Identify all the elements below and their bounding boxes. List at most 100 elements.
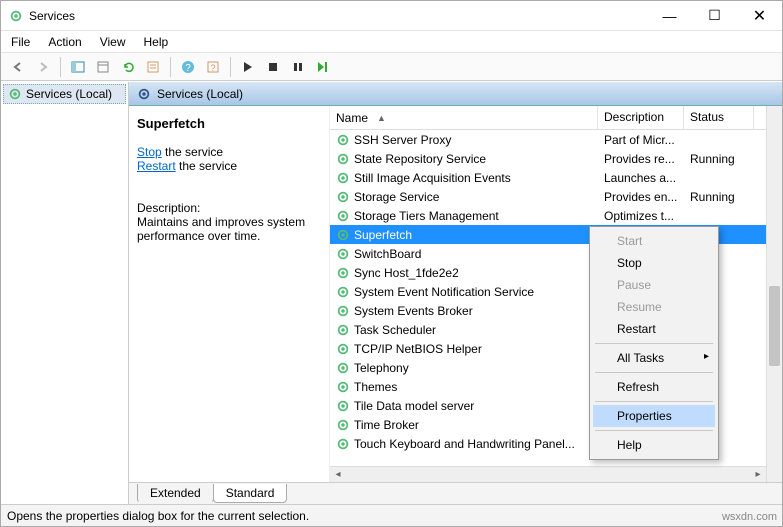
table-row[interactable]: Still Image Acquisition Events Launches a… bbox=[330, 168, 782, 187]
cell-name: Themes bbox=[354, 380, 397, 394]
gear-icon bbox=[336, 228, 350, 242]
cell-description: Optimizes t... bbox=[598, 209, 684, 223]
gear-icon bbox=[336, 437, 350, 451]
cell-status: Running bbox=[684, 190, 754, 204]
restart-service-button[interactable] bbox=[312, 56, 334, 78]
console-tree: Services (Local) bbox=[1, 82, 129, 504]
restart-suffix: the service bbox=[176, 159, 237, 173]
column-name[interactable]: Name ▲ bbox=[330, 106, 598, 129]
table-row[interactable]: Storage Tiers Management Optimizes t... bbox=[330, 206, 782, 225]
menu-action[interactable]: Action bbox=[48, 35, 81, 49]
back-button[interactable] bbox=[7, 56, 29, 78]
stop-service-button[interactable] bbox=[262, 56, 284, 78]
gear-icon bbox=[336, 304, 350, 318]
cell-description: Launches a... bbox=[598, 171, 684, 185]
scroll-left-icon[interactable]: ◂ bbox=[330, 467, 346, 483]
context-restart[interactable]: Restart bbox=[593, 318, 715, 340]
cell-name: Telephony bbox=[354, 361, 409, 375]
tree-services-local[interactable]: Services (Local) bbox=[3, 84, 126, 104]
context-separator bbox=[595, 372, 713, 373]
watermark: wsxdn.com bbox=[722, 511, 777, 523]
scroll-thumb[interactable] bbox=[769, 286, 780, 366]
column-status[interactable]: Status bbox=[684, 106, 754, 129]
context-pause: Pause bbox=[593, 274, 715, 296]
cell-name: Task Scheduler bbox=[354, 323, 436, 337]
cell-description: Part of Micr... bbox=[598, 133, 684, 147]
context-resume: Resume bbox=[593, 296, 715, 318]
context-help[interactable]: Help bbox=[593, 434, 715, 456]
pause-service-button[interactable] bbox=[287, 56, 309, 78]
gear-icon bbox=[336, 152, 350, 166]
titlebar: Services — ☐ ✕ bbox=[1, 1, 782, 31]
context-all-tasks[interactable]: All Tasks bbox=[593, 347, 715, 369]
column-description[interactable]: Description bbox=[598, 106, 684, 129]
column-name-label: Name bbox=[336, 111, 368, 125]
minimize-button[interactable]: — bbox=[647, 1, 692, 30]
help-button[interactable]: ? bbox=[177, 56, 199, 78]
panel-title: Services (Local) bbox=[157, 87, 243, 101]
table-row[interactable]: Storage ServiceProvides en...Running bbox=[330, 187, 782, 206]
properties-button[interactable] bbox=[142, 56, 164, 78]
cell-status: Running bbox=[684, 152, 754, 166]
gear-icon bbox=[336, 361, 350, 375]
tree-item-label: Services (Local) bbox=[26, 87, 112, 101]
cell-description: Provides re... bbox=[598, 152, 684, 166]
help2-button[interactable]: ? bbox=[202, 56, 224, 78]
view-tabs: Extended Standard bbox=[129, 482, 782, 504]
menu-file[interactable]: File bbox=[11, 35, 30, 49]
status-text: Opens the properties dialog box for the … bbox=[7, 509, 309, 523]
cell-name: TCP/IP NetBIOS Helper bbox=[354, 342, 482, 356]
context-stop[interactable]: Stop bbox=[593, 252, 715, 274]
gear-icon bbox=[336, 380, 350, 394]
table-row[interactable]: State Repository ServiceProvides re...Ru… bbox=[330, 149, 782, 168]
services-icon bbox=[9, 9, 23, 23]
gear-icon bbox=[336, 285, 350, 299]
window-title: Services bbox=[29, 9, 75, 23]
description-text: Maintains and improves system performanc… bbox=[137, 215, 319, 243]
cell-name: Touch Keyboard and Handwriting Panel... bbox=[354, 437, 575, 451]
gear-icon bbox=[336, 323, 350, 337]
tab-extended[interactable]: Extended bbox=[137, 484, 214, 503]
table-row[interactable]: SSH Server ProxyPart of Micr... bbox=[330, 130, 782, 149]
show-hide-tree-button[interactable] bbox=[67, 56, 89, 78]
gear-icon bbox=[336, 171, 350, 185]
restart-link[interactable]: Restart bbox=[137, 159, 176, 173]
gear-icon bbox=[336, 133, 350, 147]
cell-name: Time Broker bbox=[354, 418, 419, 432]
stop-link[interactable]: Stop bbox=[137, 145, 162, 159]
cell-name: Still Image Acquisition Events bbox=[354, 171, 511, 185]
context-separator bbox=[595, 401, 713, 402]
context-properties[interactable]: Properties bbox=[593, 405, 715, 427]
description-label: Description: bbox=[137, 201, 319, 215]
svg-text:?: ? bbox=[185, 63, 191, 74]
cell-name: Storage Tiers Management bbox=[354, 209, 499, 223]
gear-icon bbox=[8, 87, 22, 101]
context-separator bbox=[595, 343, 713, 344]
gear-icon bbox=[336, 266, 350, 280]
cell-name: Superfetch bbox=[354, 228, 412, 242]
start-service-button[interactable] bbox=[237, 56, 259, 78]
stop-suffix: the service bbox=[162, 145, 223, 159]
scroll-right-icon[interactable]: ▸ bbox=[750, 467, 766, 483]
export-list-button[interactable] bbox=[92, 56, 114, 78]
context-refresh[interactable]: Refresh bbox=[593, 376, 715, 398]
vertical-scrollbar[interactable] bbox=[766, 106, 782, 482]
cell-description: Provides en... bbox=[598, 190, 684, 204]
maximize-button[interactable]: ☐ bbox=[692, 1, 737, 30]
forward-button[interactable] bbox=[32, 56, 54, 78]
cell-name: Tile Data model server bbox=[354, 399, 474, 413]
menu-view[interactable]: View bbox=[100, 35, 126, 49]
selected-service-title: Superfetch bbox=[137, 116, 319, 131]
horizontal-scrollbar[interactable]: ◂ ▸ bbox=[330, 466, 766, 482]
close-button[interactable]: ✕ bbox=[737, 1, 782, 30]
gear-icon bbox=[336, 418, 350, 432]
refresh-button[interactable] bbox=[117, 56, 139, 78]
cell-name: Sync Host_1fde2e2 bbox=[354, 266, 459, 280]
gear-icon bbox=[137, 87, 151, 101]
menu-help[interactable]: Help bbox=[144, 35, 169, 49]
tab-standard[interactable]: Standard bbox=[213, 484, 288, 503]
context-separator bbox=[595, 430, 713, 431]
gear-icon bbox=[336, 247, 350, 261]
gear-icon bbox=[336, 209, 350, 223]
context-start: Start bbox=[593, 230, 715, 252]
